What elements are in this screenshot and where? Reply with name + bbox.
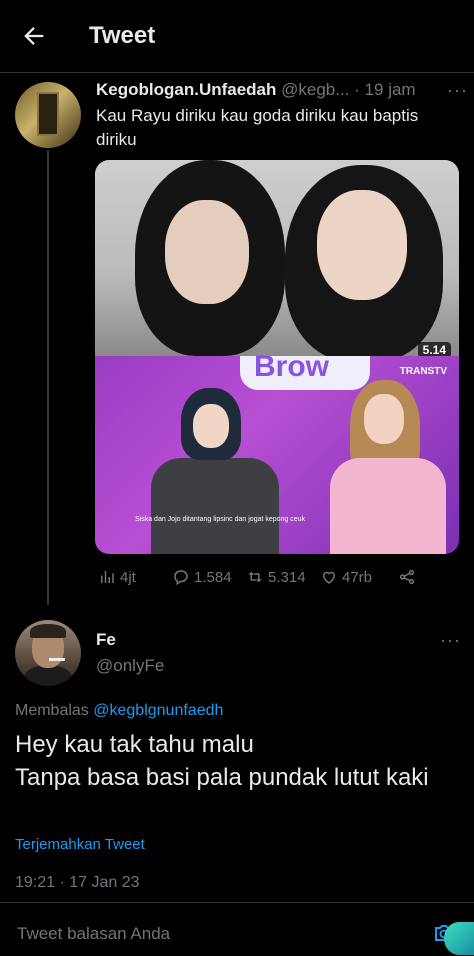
replying-label: Membalas [15, 702, 89, 719]
avatar[interactable] [15, 82, 81, 148]
more-icon[interactable]: ··· [447, 80, 468, 101]
page-title: Tweet [89, 22, 156, 49]
media-image[interactable]: Brow TRANSTV Siska dan Jojo ditantang li… [95, 350, 459, 554]
mention-link[interactable]: @kegblgnunfaedh [93, 702, 223, 719]
channel-logo: TRANSTV [399, 366, 447, 377]
reply-button[interactable]: 1.584 [172, 568, 232, 586]
replying-to: Membalas @kegblgnunfaedh [15, 702, 223, 720]
like-button[interactable]: 47rb [320, 568, 372, 586]
back-arrow-icon[interactable] [20, 22, 48, 50]
more-icon[interactable]: ··· [440, 630, 461, 651]
tweet-header: Kegoblogan.Unfaedah @kegb... · 19 jam [96, 80, 466, 100]
tweet-time: · 19 jam [354, 80, 416, 99]
reply-input[interactable] [15, 921, 399, 947]
author-handle[interactable]: @kegb... [281, 80, 349, 99]
like-count: 47rb [342, 568, 373, 586]
views-count: 4jt [120, 568, 136, 586]
reply-count: 1.584 [194, 568, 232, 586]
retweet-icon [248, 571, 262, 583]
reply-icon [174, 570, 188, 586]
translate-link[interactable]: Terjemahkan Tweet [15, 836, 145, 853]
author-name[interactable]: Kegoblogan.Unfaedah [96, 80, 276, 99]
avatar[interactable] [15, 620, 81, 686]
share-button[interactable] [398, 568, 416, 586]
timestamp: 19:21 · 17 Jan 23 [15, 874, 140, 891]
retweet-button[interactable]: 5.314 [246, 568, 306, 586]
thread-line [47, 150, 49, 605]
top-bar: Tweet [0, 0, 474, 73]
reply-author-name[interactable]: Fe [96, 630, 116, 650]
tweet-media[interactable]: 5.14 Brow TRANSTV Siska dan Jojo ditanta… [95, 160, 459, 554]
video-thumbnail[interactable]: 5.14 [95, 160, 459, 361]
reply-author-handle[interactable]: @onlyFe [96, 656, 164, 676]
views-icon [101, 571, 114, 583]
views-button[interactable]: 4jt [98, 568, 136, 586]
share-icon [399, 569, 415, 585]
tweet-actions: 4jt 1.584 5.314 47rb [98, 568, 458, 592]
like-icon [322, 571, 336, 584]
video-subtitle: Siska dan Jojo ditantang lipsinc dan jog… [135, 516, 306, 523]
reply-composer [0, 902, 474, 956]
tweet-text: Kau Rayu diriku kau goda diriku kau bapt… [96, 106, 419, 149]
floating-avatar[interactable] [444, 922, 474, 955]
retweet-count: 5.314 [268, 568, 306, 586]
reply-text: Hey kau tak tahu malu Tanpa basa basi pa… [15, 728, 455, 794]
reply-text-line: Hey kau tak tahu malu Tanpa basa basi pa… [15, 731, 429, 791]
banner-text: Brow [254, 350, 329, 383]
